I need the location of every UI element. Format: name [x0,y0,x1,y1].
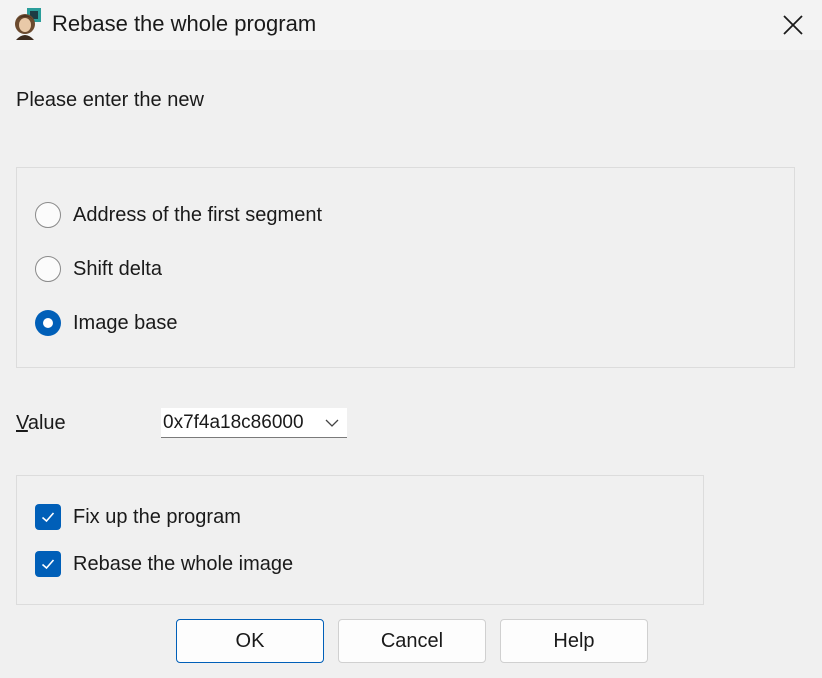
value-combobox-text: 0x7f4a18c86000 [163,411,304,433]
value-combobox[interactable]: 0x7f4a18c86000 [161,408,347,438]
checkbox-rebase-whole-image[interactable]: Rebase the whole image [35,549,293,579]
cancel-button[interactable]: Cancel [338,619,486,663]
help-button[interactable]: Help [500,619,648,663]
radio-label: Address of the first segment [73,204,323,226]
radio-shift-delta[interactable]: Shift delta [35,253,162,285]
radio-label: Shift delta [73,258,162,280]
radio-image-base[interactable]: Image base [35,307,178,339]
radio-label: Image base [73,312,178,334]
rebase-options-group: Fix up the program Rebase the whole imag… [16,475,704,605]
close-button[interactable] [764,0,822,50]
title-bar: Rebase the whole program [0,0,822,50]
value-label-mnemonic: V [16,412,28,434]
ida-pro-icon [15,8,41,40]
radio-address-first-segment[interactable]: Address of the first segment [35,199,322,231]
window-title: Rebase the whole program [52,11,317,36]
checkbox-checked[interactable] [35,504,61,530]
chevron-down-icon[interactable] [325,417,339,429]
radio-button[interactable] [35,202,61,228]
checkbox-label: Rebase the whole image [73,553,294,575]
close-icon [783,15,803,35]
checkbox-checked[interactable] [35,551,61,577]
radio-button[interactable] [35,256,61,282]
checkmark-icon [41,559,55,570]
radio-button-selected[interactable] [35,310,61,336]
checkbox-fix-up-program[interactable]: Fix up the program [35,502,241,532]
checkbox-label: Fix up the program [73,506,241,528]
value-label: Value [16,409,66,437]
ok-button[interactable]: OK [176,619,324,663]
value-label-rest: alue [27,412,66,434]
checkmark-icon [41,512,55,523]
rebase-mode-group: Address of the first segment Shift delta… [16,167,795,368]
prompt-label: Please enter the new [16,89,204,111]
